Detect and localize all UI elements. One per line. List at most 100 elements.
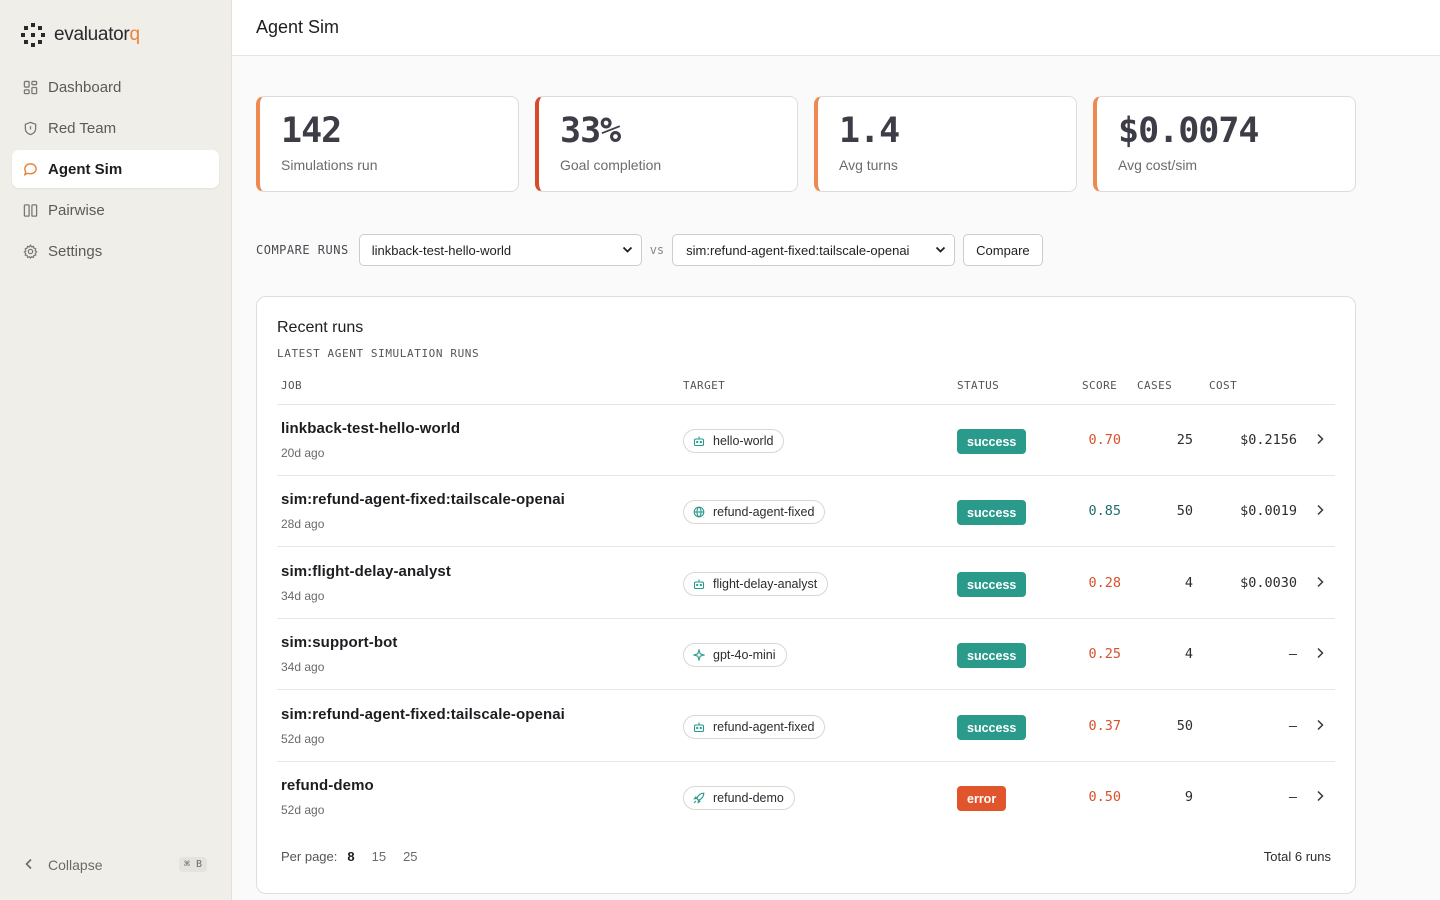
cases-value: 50 <box>1176 718 1193 734</box>
chevron-down-icon <box>936 246 946 253</box>
table-row[interactable]: sim:flight-delay-analyst 34d ago flight-… <box>277 548 1335 619</box>
table-row[interactable]: linkback-test-hello-world 20d ago hello-… <box>277 405 1335 476</box>
job-time: 52d ago <box>281 732 325 746</box>
score-value: 0.25 <box>1088 646 1121 662</box>
card-subtitle: LATEST AGENT SIMULATION RUNS <box>277 347 480 360</box>
stat-label: Goal completion <box>560 157 662 173</box>
compare-right-select[interactable]: sim:refund-agent-fixed:tailscale-openai <box>672 234 956 266</box>
stat-value: 33% <box>560 111 621 151</box>
stat-card-avg-turns: 1.4 Avg turns <box>814 96 1077 192</box>
job-name[interactable]: sim:refund-agent-fixed:tailscale-openai <box>281 706 565 723</box>
job-name[interactable]: refund-demo <box>281 777 374 794</box>
chevron-right-icon[interactable] <box>1313 646 1327 660</box>
column-header-score[interactable]: SCORE <box>1082 379 1117 392</box>
stat-card-goal-completion: 33% Goal completion <box>535 96 798 192</box>
compare-runs-label: COMPARE RUNS <box>256 243 349 257</box>
sidebar-item-agent-sim[interactable]: Agent Sim <box>12 150 219 188</box>
cost-value: — <box>1288 646 1297 662</box>
column-header-status[interactable]: STATUS <box>957 379 999 392</box>
compare-left-select[interactable]: linkback-test-hello-world <box>358 234 642 266</box>
job-time: 34d ago <box>281 589 325 603</box>
recent-runs-card: Recent runs LATEST AGENT SIMULATION RUNS… <box>256 296 1356 894</box>
table-header: JOB TARGET STATUS SCORE CASES COST <box>277 377 1335 405</box>
job-name[interactable]: sim:flight-delay-analyst <box>281 563 451 580</box>
status-badge: success <box>957 429 1027 454</box>
column-header-cost[interactable]: COST <box>1209 379 1237 392</box>
table-row[interactable]: sim:support-bot 34d ago gpt-4o-mini succ… <box>277 619 1335 690</box>
card-title: Recent runs <box>277 319 364 336</box>
score-value: 0.50 <box>1088 789 1121 805</box>
target-chip: gpt-4o-mini <box>683 643 787 667</box>
pagination: Per page: 8 15 25 <box>281 849 418 864</box>
column-header-job[interactable]: JOB <box>281 379 302 392</box>
per-page-label: Per page: <box>281 849 338 864</box>
target-chip: flight-delay-analyst <box>683 572 829 596</box>
cases-value: 50 <box>1176 503 1193 519</box>
top-bar: Agent Sim <box>232 0 1440 56</box>
sidebar-item-red-team[interactable]: Red Team <box>12 109 219 147</box>
target-name: refund-agent-fixed <box>713 505 815 519</box>
sparkle-icon <box>693 649 705 661</box>
table-row[interactable]: refund-demo 52d ago refund-demo error 0.… <box>277 762 1335 833</box>
vs-label: vs <box>649 243 665 257</box>
cases-value: 9 <box>1184 789 1193 805</box>
table-row[interactable]: sim:refund-agent-fixed:tailscale-openai … <box>277 476 1335 547</box>
job-name[interactable]: sim:support-bot <box>281 634 397 651</box>
sidebar-nav: Dashboard Red Team Agent Sim Pairwise Se… <box>12 68 219 273</box>
cases-value: 4 <box>1184 646 1193 662</box>
job-time: 34d ago <box>281 660 325 674</box>
score-value: 0.85 <box>1088 503 1121 519</box>
sidebar-item-settings[interactable]: Settings <box>12 232 219 270</box>
sidebar-item-label: Red Team <box>48 119 117 137</box>
sidebar-item-label: Agent Sim <box>48 160 123 178</box>
target-chip: refund-agent-fixed <box>683 715 826 739</box>
bot-icon <box>693 721 705 733</box>
stat-label: Simulations run <box>281 157 378 173</box>
stat-label: Avg turns <box>839 157 898 173</box>
dashboard-icon <box>22 79 38 95</box>
brand-name: evaluatorq <box>54 24 140 45</box>
target-name: hello-world <box>713 434 774 448</box>
sidebar-item-pairwise[interactable]: Pairwise <box>12 191 219 229</box>
chevron-right-icon[interactable] <box>1313 718 1327 732</box>
main-content: 142 Simulations run 33% Goal completion … <box>232 56 1440 900</box>
select-value: linkback-test-hello-world <box>371 242 512 258</box>
brand-logo[interactable]: evaluatorq <box>20 22 140 48</box>
target-name: refund-demo <box>713 791 784 805</box>
job-name[interactable]: linkback-test-hello-world <box>281 420 460 437</box>
collapse-button[interactable]: Collapse ⌘ B <box>12 848 219 882</box>
sidebar-item-dashboard[interactable]: Dashboard <box>12 68 219 106</box>
job-time: 20d ago <box>281 446 325 460</box>
status-badge: success <box>957 715 1027 740</box>
stat-card-simulations: 142 Simulations run <box>256 96 519 192</box>
per-page-option-25[interactable]: 25 <box>403 849 417 864</box>
score-value: 0.28 <box>1088 575 1121 591</box>
per-page-option-8[interactable]: 8 <box>347 849 354 864</box>
chevron-right-icon[interactable] <box>1313 575 1327 589</box>
total-runs: Total 6 runs <box>1263 849 1331 864</box>
chevron-right-icon[interactable] <box>1313 503 1327 517</box>
per-page-option-15[interactable]: 15 <box>372 849 386 864</box>
job-name[interactable]: sim:refund-agent-fixed:tailscale-openai <box>281 491 565 508</box>
status-badge: success <box>957 572 1027 597</box>
column-header-cases[interactable]: CASES <box>1137 379 1172 392</box>
select-value: sim:refund-agent-fixed:tailscale-openai <box>686 242 910 258</box>
sidebar-item-label: Dashboard <box>48 78 122 96</box>
column-header-target[interactable]: TARGET <box>683 379 725 392</box>
compare-button[interactable]: Compare <box>963 234 1043 266</box>
job-time: 28d ago <box>281 517 325 531</box>
page-title: Agent Sim <box>256 17 340 37</box>
chevron-right-icon[interactable] <box>1313 789 1327 803</box>
globe-icon <box>693 506 705 518</box>
stat-card-avg-cost: $0.0074 Avg cost/sim <box>1093 96 1356 192</box>
job-time: 52d ago <box>281 803 325 817</box>
table-row[interactable]: sim:refund-agent-fixed:tailscale-openai … <box>277 691 1335 762</box>
stat-value: $0.0074 <box>1118 111 1260 151</box>
bot-icon <box>693 578 705 590</box>
stat-value: 1.4 <box>839 111 900 151</box>
logo-mark-icon <box>21 23 45 47</box>
target-chip: refund-agent-fixed <box>683 500 826 524</box>
shield-icon <box>22 120 38 136</box>
stat-value: 142 <box>281 111 342 151</box>
chevron-right-icon[interactable] <box>1313 432 1327 446</box>
